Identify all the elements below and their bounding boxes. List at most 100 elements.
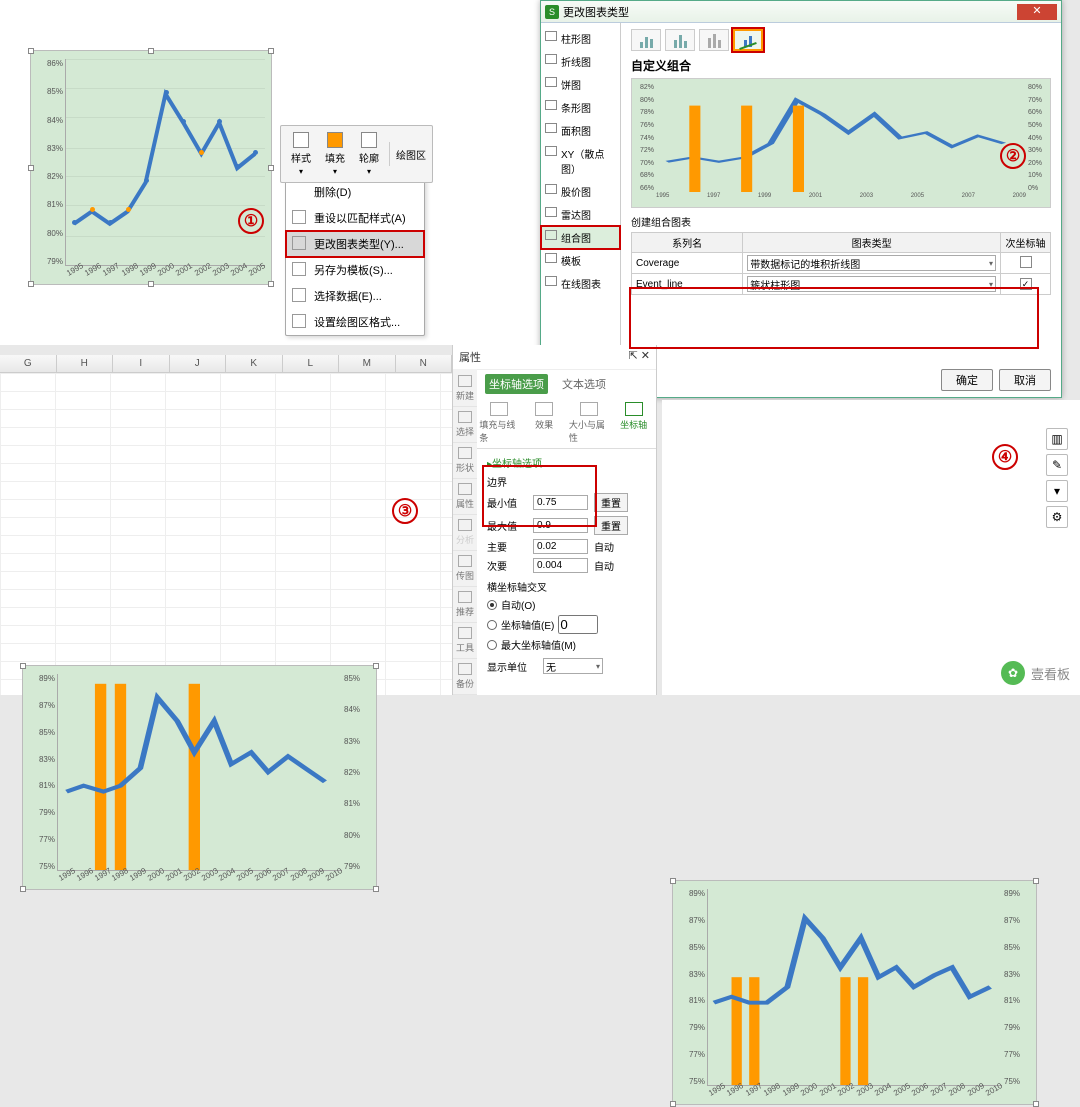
axis-icon (625, 402, 643, 416)
nav-xy[interactable]: XY（散点图） (541, 142, 620, 180)
nav-column[interactable]: 柱形图 (541, 27, 620, 50)
dialog-titlebar[interactable]: S 更改图表类型 ✕ (541, 1, 1061, 23)
chart-float-toolbar: ▥ ✎ ▾ ⚙ (1046, 428, 1068, 528)
side-tab-backup[interactable]: 备份 (453, 659, 477, 695)
mini-toolbar: 样式▾ 填充▾ 轮廓▾ 绘图区 (280, 125, 433, 183)
menu-change-chart-type[interactable]: 更改图表类型(Y)... (286, 231, 424, 257)
side-tab-shape[interactable]: 形状 (453, 443, 477, 479)
nav-radar[interactable]: 雷达图 (541, 203, 620, 226)
backup-icon (458, 663, 472, 675)
reset-max-button[interactable]: 重置 (594, 516, 628, 535)
shape-icon (458, 447, 472, 459)
side-tab-new[interactable]: 新建 (453, 371, 477, 407)
chart-elements-button[interactable]: ▥ (1046, 428, 1068, 450)
select-data-icon (292, 288, 306, 302)
close-icon[interactable]: ✕ (1017, 4, 1057, 20)
nav-bar[interactable]: 条形图 (541, 96, 620, 119)
chart-style-button[interactable]: ✎ (1046, 454, 1068, 476)
chart-settings-button[interactable]: ⚙ (1046, 506, 1068, 528)
wechat-icon: ✿ (1001, 661, 1025, 685)
cross-label: 横坐标轴交叉 (487, 579, 646, 594)
side-tab-select[interactable]: 选择 (453, 407, 477, 443)
nav-online[interactable]: 在线图表 (541, 272, 620, 295)
minor-input[interactable] (533, 558, 588, 573)
combo-icon (545, 230, 557, 240)
tab-text-options[interactable]: 文本选项 (558, 374, 610, 394)
nav-pie[interactable]: 饼图 (541, 73, 620, 96)
step-badge-4: ④ (992, 444, 1018, 470)
reset-icon (292, 210, 306, 224)
gear-icon: ⚙ (1052, 510, 1063, 524)
combo-thumb-3[interactable] (699, 29, 729, 51)
brush-icon (293, 132, 309, 148)
spreadsheet-bg-4 (662, 400, 1080, 695)
pin-icon[interactable]: ⇱ (629, 350, 638, 362)
side-tab-legend[interactable]: 传图 (453, 551, 477, 587)
combo-thumb-2[interactable] (665, 29, 695, 51)
radio-auto[interactable] (487, 600, 497, 610)
legend-icon (458, 555, 472, 567)
min-input[interactable] (533, 495, 588, 510)
units-dropdown[interactable]: 无 (543, 658, 603, 674)
nav-stock[interactable]: 股价图 (541, 180, 620, 203)
nav-combo[interactable]: 组合图 (541, 226, 620, 249)
chart-panel-1[interactable]: 86%85%84%83%82%81%80%79% 199519961997199… (30, 50, 272, 285)
bar-icon: ▥ (1051, 432, 1062, 446)
chart-panel-4[interactable]: 89%87%85%83%81%79%77%75% 89%87%85%83%81%… (672, 880, 1037, 1105)
combo-thumb-1[interactable] (631, 29, 661, 51)
menu-select-data[interactable]: 选择数据(E)... (286, 283, 424, 309)
y-axis-right: 89%87%85%83%81%79%77%75% (1004, 889, 1034, 1086)
outline-button[interactable]: 轮廓▾ (355, 130, 383, 178)
style-button[interactable]: 样式▾ (287, 130, 315, 178)
chart-panel-3[interactable]: 89%87%85%83%81%79%77%75% 85%84%83%82%81%… (22, 665, 377, 890)
side-tab-tools[interactable]: 工具 (453, 623, 477, 659)
radio-max-axis-value[interactable] (487, 640, 497, 650)
bar-icon-h (545, 100, 557, 110)
create-combo-label: 创建组合图表 (631, 214, 1051, 229)
subtab-size[interactable]: 大小与属性 (569, 402, 609, 444)
series2-secondary-checkbox[interactable]: ✓ (1020, 278, 1032, 290)
radio-axis-value[interactable] (487, 620, 497, 630)
close-prop-icon[interactable]: ✕ (641, 350, 650, 362)
nav-template[interactable]: 模板 (541, 249, 620, 272)
subtab-fill[interactable]: 填充与线条 (479, 402, 519, 444)
ok-button[interactable]: 确定 (941, 369, 993, 391)
combo-thumb-custom[interactable] (733, 29, 763, 51)
bounds-label: 边界 (487, 474, 646, 489)
change-chart-type-dialog: S 更改图表类型 ✕ 柱形图 折线图 饼图 条形图 面积图 XY（散点图） 股价… (540, 0, 1062, 398)
tab-axis-options[interactable]: 坐标轴选项 (485, 374, 548, 394)
combo-series-table: 系列名图表类型次坐标轴 Coverage 带数据标记的堆积折线图 Event_l… (631, 232, 1051, 295)
save-template-icon (292, 262, 306, 276)
subtab-effects[interactable]: 效果 (524, 402, 564, 444)
fill-button[interactable]: 填充▾ (321, 130, 349, 178)
nav-area[interactable]: 面积图 (541, 119, 620, 142)
subtab-axis[interactable]: 坐标轴 (614, 402, 654, 444)
bucket-icon (327, 132, 343, 148)
axis-value-input[interactable] (558, 615, 598, 634)
series1-secondary-checkbox[interactable] (1020, 256, 1032, 268)
side-tab-prop[interactable]: 属性 (453, 479, 477, 515)
series2-type-dropdown[interactable]: 簇状柱形图 (747, 276, 996, 292)
menu-reset-style[interactable]: 重设以匹配样式(A) (286, 205, 424, 231)
side-tab-analyze[interactable]: 分析 (453, 515, 477, 551)
y-axis-left: 89%87%85%83%81%79%77%75% (675, 889, 705, 1086)
funnel-icon: ▾ (1054, 484, 1060, 498)
menu-format-plot[interactable]: 设置绘图区格式... (286, 309, 424, 335)
side-tab-recommend[interactable]: 推荐 (453, 587, 477, 623)
pie-icon (545, 77, 557, 87)
nav-line[interactable]: 折线图 (541, 50, 620, 73)
reset-min-button[interactable]: 重置 (594, 493, 628, 512)
axis-section-header[interactable]: ▸坐标轴选项 (487, 455, 646, 470)
new-icon (458, 375, 472, 387)
series1-type-dropdown[interactable]: 带数据标记的堆积折线图 (747, 255, 996, 271)
cancel-button[interactable]: 取消 (999, 369, 1051, 391)
chart-type-nav: 柱形图 折线图 饼图 条形图 面积图 XY（散点图） 股价图 雷达图 组合图 模… (541, 23, 621, 397)
prop-icon (458, 483, 472, 495)
y-axis-right: 85%84%83%82%81%80%79% (344, 674, 374, 871)
major-input[interactable] (533, 539, 588, 554)
chart-filter-button[interactable]: ▾ (1046, 480, 1068, 502)
plot-area-label: 绘图区 (396, 147, 426, 162)
max-input[interactable] (533, 518, 588, 533)
menu-save-template[interactable]: 另存为模板(S)... (286, 257, 424, 283)
y-axis-left: 89%87%85%83%81%79%77%75% (25, 674, 55, 871)
